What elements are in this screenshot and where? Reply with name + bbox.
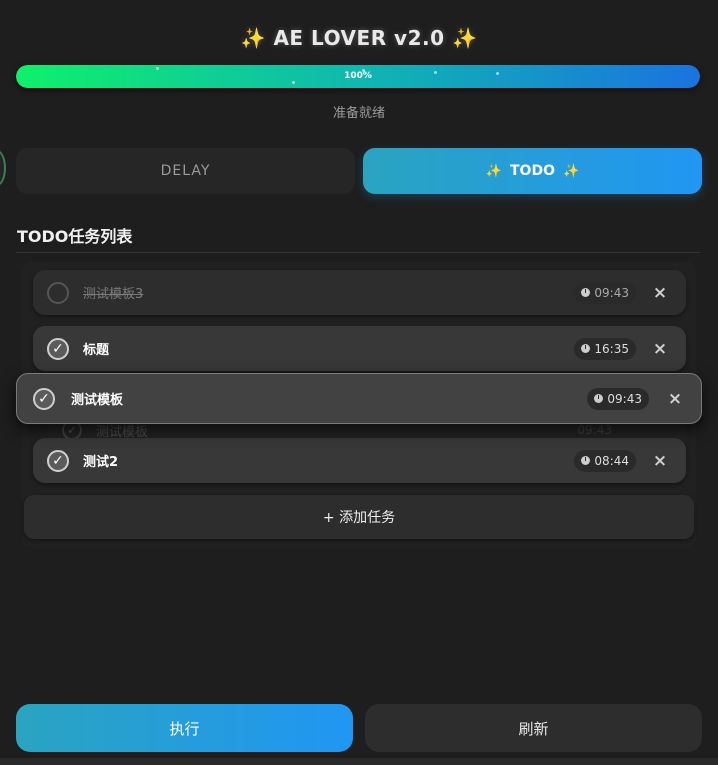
sparkle-icon: ✨ bbox=[562, 163, 580, 179]
task-time: 09:43 bbox=[607, 391, 642, 406]
task-time-badge: 09:43 bbox=[587, 387, 649, 410]
task-time: 16:35 bbox=[594, 341, 629, 356]
delete-task-button[interactable]: × bbox=[650, 451, 670, 471]
tab-todo-label: TODO bbox=[510, 163, 555, 179]
refresh-label: 刷新 bbox=[518, 719, 549, 738]
task-time: 08:44 bbox=[594, 453, 629, 468]
task-checkbox[interactable]: ✓ bbox=[47, 337, 69, 360]
delete-task-button[interactable]: × bbox=[650, 283, 670, 303]
section-title: TODO任务列表 bbox=[17, 227, 133, 246]
task-checkbox[interactable] bbox=[47, 281, 69, 304]
delete-task-button[interactable]: × bbox=[650, 339, 670, 359]
run-button[interactable]: 执行 bbox=[16, 704, 353, 752]
task-time-badge: 08:44 bbox=[574, 449, 636, 472]
task-name: 测试2 bbox=[83, 455, 119, 470]
status-text: 准备就绪 bbox=[332, 106, 385, 121]
task-checkbox[interactable]: ✓ bbox=[47, 449, 69, 472]
clock-icon bbox=[581, 288, 591, 297]
sparkle-icon: ✨ bbox=[240, 26, 266, 50]
task-time: 09:43 bbox=[577, 423, 612, 437]
sparkle-icon: ✨ bbox=[485, 163, 502, 179]
bottom-edge bbox=[0, 758, 718, 765]
clock-icon bbox=[594, 394, 604, 403]
app-title-text: AE LOVER v2.0 bbox=[273, 26, 445, 50]
task-time: 09:43 bbox=[594, 285, 629, 300]
refresh-button[interactable]: 刷新 bbox=[365, 704, 702, 752]
app-title: ✨ AE LOVER v2.0 ✨ bbox=[0, 26, 718, 50]
tab-todo[interactable]: ✨ TODO ✨ bbox=[363, 148, 702, 194]
run-label: 执行 bbox=[169, 719, 200, 738]
divider bbox=[16, 252, 700, 253]
tab-delay[interactable]: DELAY bbox=[16, 148, 355, 194]
task-time-badge: 16:35 bbox=[574, 337, 636, 360]
tab-delay-label: DELAY bbox=[160, 163, 211, 179]
delete-task-button[interactable]: × bbox=[665, 389, 685, 409]
task-item[interactable]: ✓ 测试2 08:44 × bbox=[33, 438, 686, 483]
side-handle[interactable] bbox=[0, 150, 6, 186]
task-name: 测试模板 bbox=[71, 393, 124, 408]
progress-percent: 100% bbox=[344, 71, 372, 81]
clock-icon bbox=[581, 344, 591, 353]
task-time-badge: 09:43 bbox=[574, 281, 636, 304]
task-name: 测试模板3 bbox=[83, 287, 144, 302]
task-item-dragging[interactable]: ✓ 测试模板 09:43 × bbox=[16, 373, 702, 424]
clock-icon bbox=[581, 456, 591, 465]
task-checkbox[interactable]: ✓ bbox=[33, 387, 55, 410]
add-task-label: + 添加任务 bbox=[322, 510, 396, 526]
task-item[interactable]: 测试模板3 09:43 × bbox=[33, 270, 686, 315]
task-item[interactable]: ✓ 标题 16:35 × bbox=[33, 326, 686, 371]
task-name: 标题 bbox=[83, 343, 110, 358]
app-window: ✨ AE LOVER v2.0 ✨ 100% 准备就绪 DELAY ✨ TODO… bbox=[0, 0, 718, 765]
sparkle-icon: ✨ bbox=[452, 26, 478, 50]
progress-bar: 100% bbox=[16, 65, 700, 88]
add-task-button[interactable]: + 添加任务 bbox=[24, 495, 694, 539]
